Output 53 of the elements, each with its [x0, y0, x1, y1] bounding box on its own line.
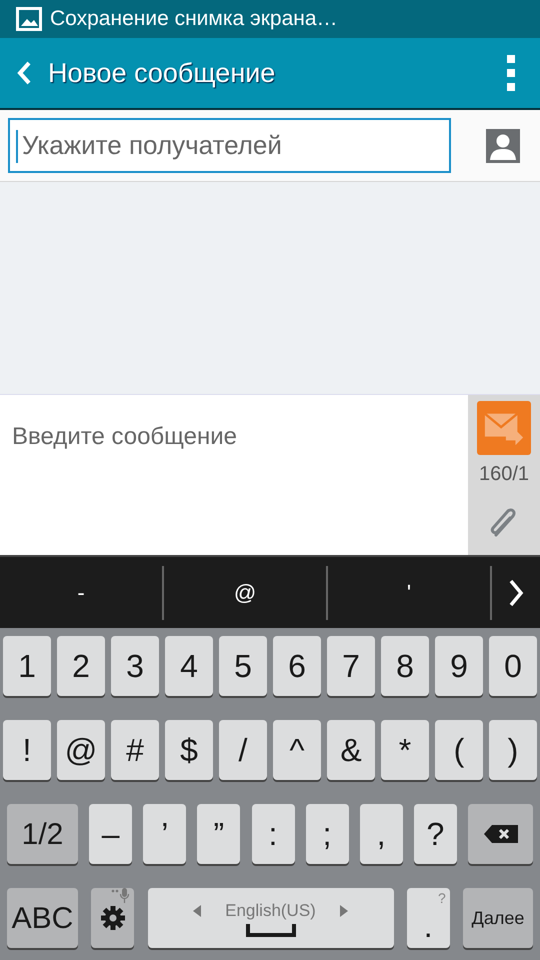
key[interactable]: 1/2: [7, 804, 78, 864]
key[interactable]: (: [435, 720, 483, 780]
menu-icon[interactable]: [506, 55, 516, 91]
key[interactable]: 6: [273, 636, 321, 696]
right-arrow-icon: [340, 905, 348, 917]
key[interactable]: ”: [197, 804, 240, 864]
backspace-icon: [482, 824, 518, 844]
next-arrow-icon[interactable]: [508, 578, 524, 608]
settings-key[interactable]: [91, 888, 134, 948]
key[interactable]: ABC: [7, 888, 78, 948]
key[interactable]: /: [219, 720, 267, 780]
notification-text: Сохранение снимка экрана…: [50, 6, 338, 32]
gear-icon: [100, 905, 126, 931]
key[interactable]: 0: [489, 636, 537, 696]
key-hint: ?: [438, 889, 446, 908]
suggestion-item[interactable]: -: [77, 576, 85, 609]
suggestion-item[interactable]: ': [406, 576, 412, 609]
key[interactable]: ): [489, 720, 537, 780]
character-counter: 160/1: [478, 462, 530, 487]
back-icon[interactable]: [16, 60, 32, 86]
key[interactable]: 8: [381, 636, 429, 696]
recipient-field[interactable]: Укажите получателей: [8, 118, 451, 173]
key[interactable]: ’: [143, 804, 186, 864]
image-icon: [16, 7, 42, 31]
key[interactable]: !: [3, 720, 51, 780]
key[interactable]: ^: [273, 720, 321, 780]
key[interactable]: #: [111, 720, 159, 780]
key[interactable]: –: [89, 804, 132, 864]
language-label: English(US): [225, 900, 316, 922]
key[interactable]: ;: [306, 804, 349, 864]
key[interactable]: 7: [327, 636, 375, 696]
key[interactable]: 3: [111, 636, 159, 696]
key[interactable]: . ?: [406, 888, 450, 948]
next-key[interactable]: Далее: [463, 888, 533, 948]
key[interactable]: *: [381, 720, 429, 780]
key[interactable]: $: [165, 720, 213, 780]
key[interactable]: 2: [57, 636, 105, 696]
microphone-icon: [111, 888, 132, 904]
contact-icon[interactable]: [486, 128, 520, 162]
suggestion-item[interactable]: @: [234, 576, 256, 609]
key[interactable]: 9: [435, 636, 483, 696]
left-arrow-icon: [193, 905, 202, 917]
key[interactable]: ,: [360, 804, 403, 864]
key[interactable]: 5: [219, 636, 267, 696]
key[interactable]: &: [327, 720, 375, 780]
space-icon: [246, 924, 296, 938]
screen-title: Новое сообщение: [48, 56, 276, 90]
key[interactable]: ?: [414, 804, 457, 864]
key[interactable]: 1: [3, 636, 51, 696]
key[interactable]: 4: [165, 636, 213, 696]
backspace-key[interactable]: [468, 804, 533, 864]
key[interactable]: @: [57, 720, 105, 780]
key[interactable]: :: [252, 804, 294, 864]
